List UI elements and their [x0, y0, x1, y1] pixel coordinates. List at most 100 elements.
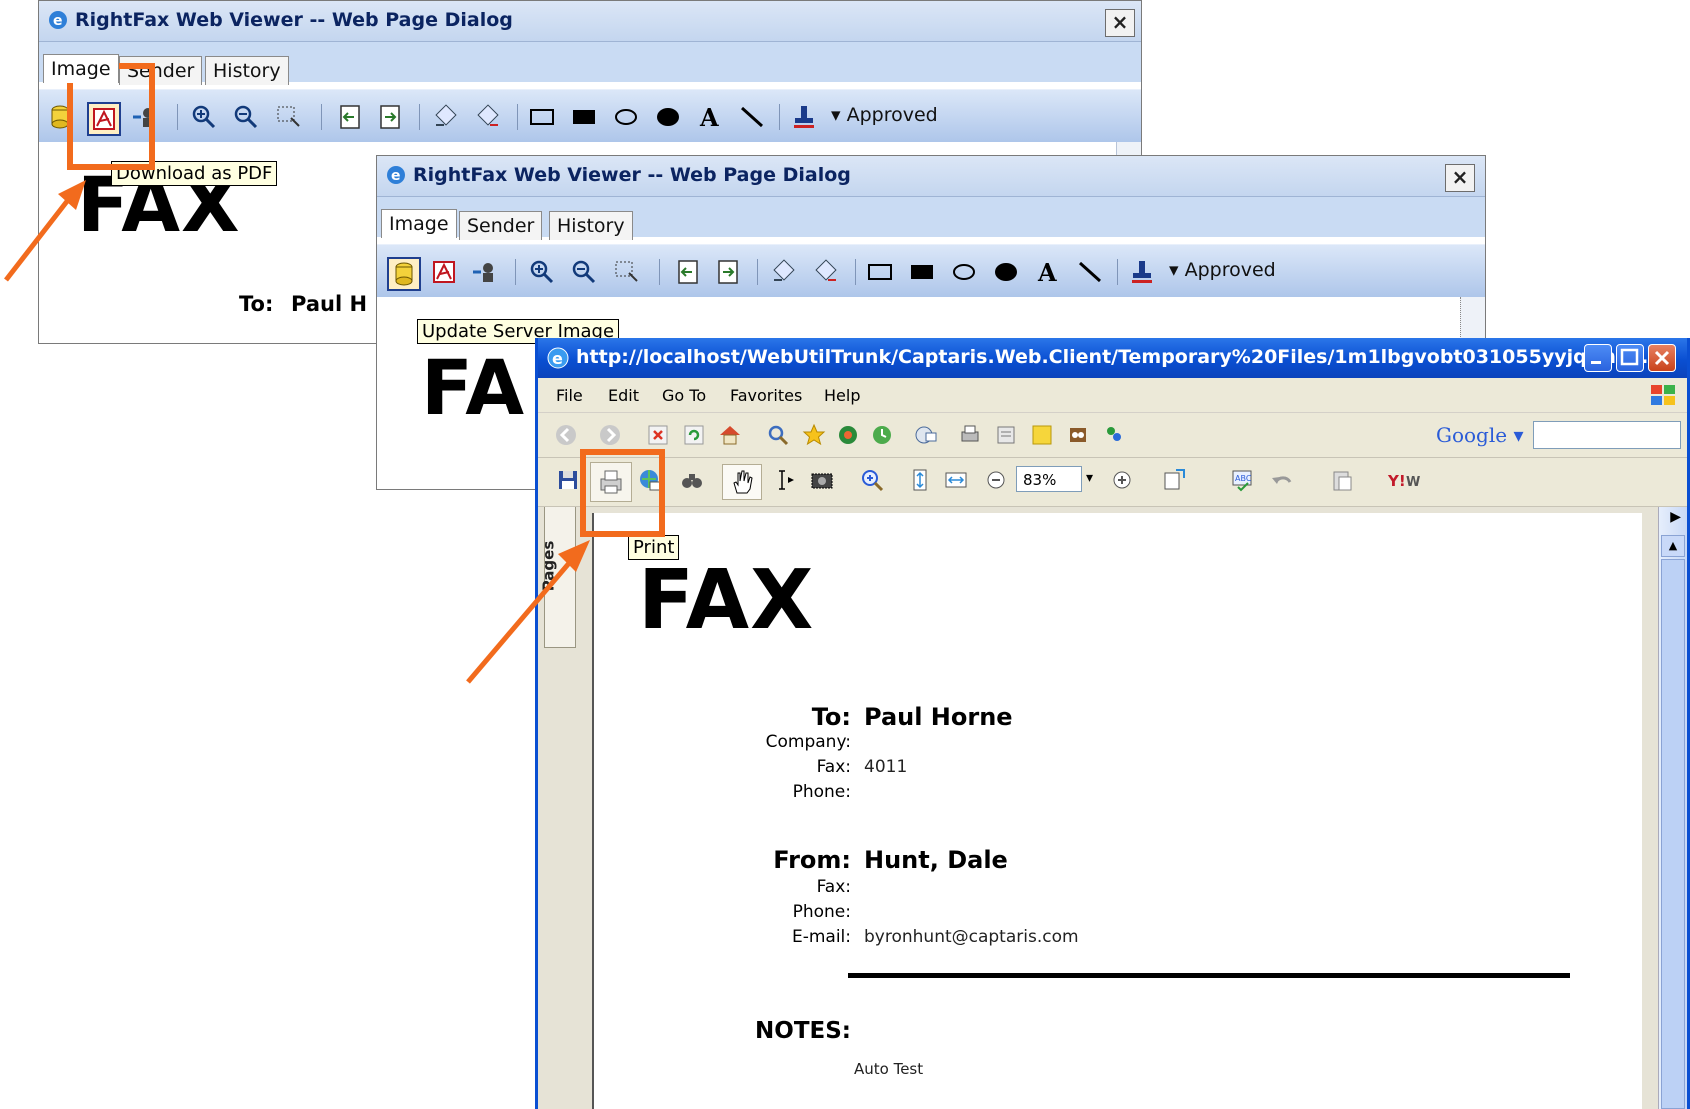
spellcheck-icon[interactable]: ABC [1230, 468, 1254, 492]
from-label: From: [773, 846, 851, 874]
text-select-icon[interactable] [774, 468, 798, 492]
rotate-right-button[interactable] [811, 257, 841, 287]
stamp-tool[interactable] [1127, 257, 1157, 287]
zoom-out-circle-icon[interactable] [984, 468, 1008, 492]
messenger-icon[interactable] [1102, 423, 1126, 447]
minimize-button[interactable] [1584, 344, 1612, 372]
menu-go-to[interactable]: Go To [662, 386, 706, 405]
tab-image[interactable]: Image [381, 209, 457, 238]
send-button[interactable] [469, 257, 499, 287]
menu-edit[interactable]: Edit [608, 386, 639, 405]
zoom-in-icon[interactable] [860, 468, 884, 492]
stop-icon[interactable] [646, 423, 670, 447]
print-icon[interactable] [958, 423, 982, 447]
line-tool[interactable] [737, 102, 767, 132]
filled-ellipse-tool[interactable] [653, 102, 683, 132]
note-icon[interactable] [1030, 423, 1054, 447]
fax-label: Fax: [816, 757, 851, 777]
text-tool[interactable]: A [695, 102, 725, 132]
rotate-right-button[interactable] [473, 102, 503, 132]
vertical-scrollbar[interactable]: ▲ [1658, 507, 1687, 1109]
ellipse-tool[interactable] [949, 257, 979, 287]
menu-help[interactable]: Help [824, 386, 860, 405]
search-icon[interactable] [766, 423, 790, 447]
dialog-title: RightFax Web Viewer -- Web Page Dialog [75, 9, 513, 31]
zoom-level-input[interactable]: 83% [1016, 466, 1082, 492]
rectangle-tool[interactable] [865, 257, 895, 287]
binoculars-icon[interactable] [680, 468, 704, 492]
google-toolbar-label[interactable]: Google ▾ [1436, 423, 1524, 447]
rotate-left-button[interactable] [769, 257, 799, 287]
zoom-dropdown-icon[interactable]: ▾ [1086, 470, 1093, 486]
research-icon[interactable] [1066, 423, 1090, 447]
close-button[interactable] [1648, 344, 1676, 372]
close-icon: × [1451, 165, 1469, 189]
hand-tool[interactable] [722, 464, 762, 500]
ellipse-tool[interactable] [611, 102, 641, 132]
back-icon[interactable] [554, 423, 578, 447]
refresh-icon[interactable] [682, 423, 706, 447]
snapshot-camera-icon[interactable] [810, 468, 834, 492]
stamp-selector[interactable]: ▾ Approved [831, 104, 938, 126]
pages-options-icon[interactable] [1162, 468, 1186, 492]
zoom-in-button[interactable] [527, 257, 557, 287]
email-label: E-mail: [791, 927, 851, 947]
tab-history[interactable]: History [549, 211, 633, 240]
maximize-button[interactable] [1616, 344, 1644, 372]
scroll-up-button[interactable]: ▲ [1661, 535, 1685, 557]
text-tool[interactable]: A [1033, 257, 1063, 287]
filled-ellipse-tool[interactable] [991, 257, 1021, 287]
to-label: To: [811, 703, 851, 731]
forward-icon[interactable] [598, 423, 622, 447]
google-search-input[interactable] [1533, 421, 1681, 449]
stamp-icon [794, 106, 814, 128]
toolbar-separator [1117, 259, 1118, 285]
line-tool[interactable] [1075, 257, 1105, 287]
expand-right-icon[interactable]: ▶ [1670, 509, 1681, 525]
close-button[interactable]: × [1105, 9, 1135, 37]
select-area-button[interactable] [273, 102, 303, 132]
next-page-button[interactable] [375, 102, 405, 132]
zoom-out-button[interactable] [569, 257, 599, 287]
next-page-button[interactable] [713, 257, 743, 287]
zoom-out-button[interactable] [231, 102, 261, 132]
tab-image[interactable]: Image [43, 54, 119, 83]
zoom-in-button[interactable] [189, 102, 219, 132]
navigation-toolbar: Google ▾ [538, 413, 1687, 458]
home-icon[interactable] [718, 423, 742, 447]
filled-rectangle-tool[interactable] [907, 257, 937, 287]
close-button[interactable]: × [1445, 164, 1475, 192]
yahoo-icon[interactable]: Y! W [1386, 468, 1426, 492]
fax-cover-page: FAX To: Paul Horne Company: Fax: 4011 Ph… [592, 513, 1642, 1109]
fit-height-icon[interactable] [908, 468, 932, 492]
toolbar-separator [321, 104, 322, 130]
zoom-out-icon [234, 105, 258, 129]
previous-page-button[interactable] [335, 102, 365, 132]
favorites-star-icon[interactable] [802, 423, 826, 447]
rectangle-tool[interactable] [527, 102, 557, 132]
rectangle-outline-icon [530, 109, 554, 125]
update-server-image-button[interactable] [387, 257, 421, 291]
fit-width-icon[interactable] [944, 468, 968, 492]
rotate-left-button[interactable] [431, 102, 461, 132]
undo-icon[interactable] [1270, 468, 1294, 492]
zoom-in-circle-icon[interactable] [1110, 468, 1134, 492]
history-icon[interactable] [870, 423, 894, 447]
filled-rectangle-tool[interactable] [569, 102, 599, 132]
edit-icon[interactable] [994, 423, 1018, 447]
stamp-selector[interactable]: ▾ Approved [1169, 259, 1276, 281]
page-forward-icon [718, 260, 738, 284]
paste-icon[interactable] [1330, 468, 1354, 492]
tab-sender[interactable]: Sender [459, 211, 543, 240]
previous-page-button[interactable] [673, 257, 703, 287]
menu-favorites[interactable]: Favorites [730, 386, 802, 405]
stamp-tool[interactable] [789, 102, 819, 132]
download-pdf-button[interactable] [429, 257, 459, 287]
tab-history[interactable]: History [205, 56, 289, 85]
mail-icon[interactable] [914, 423, 938, 447]
media-icon[interactable] [836, 423, 860, 447]
menu-file[interactable]: File [556, 386, 583, 405]
select-area-button[interactable] [611, 257, 641, 287]
scroll-thumb[interactable] [1661, 559, 1685, 1109]
save-icon[interactable] [556, 468, 580, 492]
